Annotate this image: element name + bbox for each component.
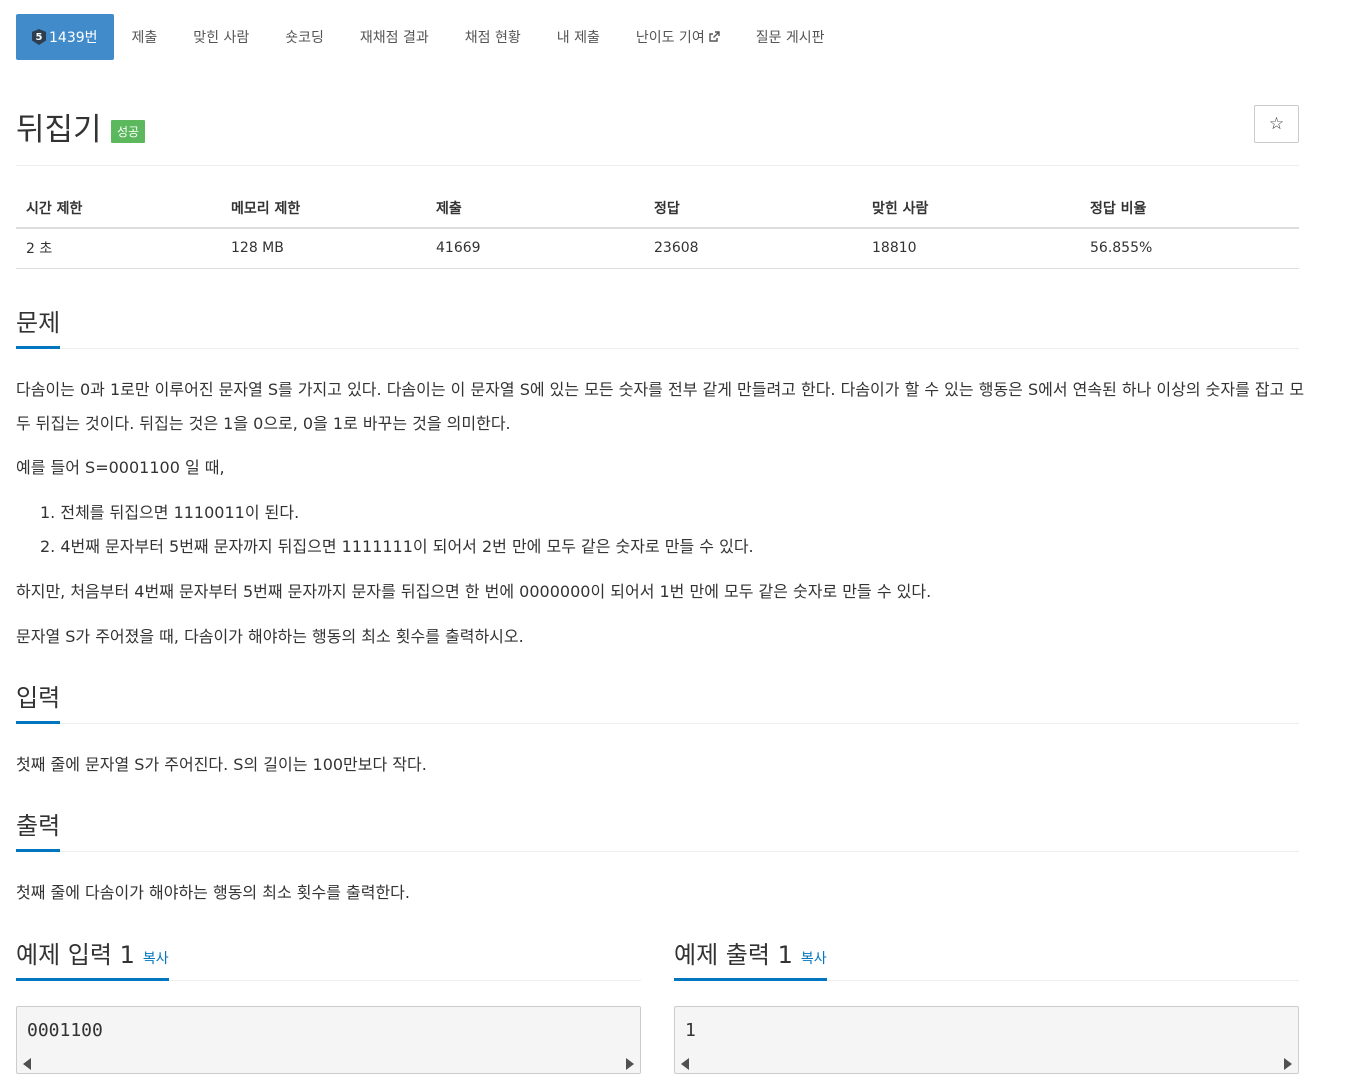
scroll-left-icon[interactable] xyxy=(23,1058,31,1070)
nav-rejudge-results[interactable]: 재채점 결과 xyxy=(342,14,447,60)
sample-input-header: 예제 입력 1 복사 xyxy=(16,935,641,981)
nav-difficulty-label: 난이도 기여 xyxy=(635,30,705,46)
scroll-right-icon[interactable] xyxy=(1284,1058,1292,1070)
problem-nav: 5 1439번 제출 맞힌 사람 숏코딩 재채점 결과 채점 현황 내 제출 난… xyxy=(16,14,843,60)
table-row: 2 초 128 MB 41669 23608 18810 56.855% xyxy=(16,228,1299,269)
sample-input-scrollbar[interactable] xyxy=(17,1055,640,1073)
problem-task: 문자열 S가 주어졌을 때, 다솜이가 해야하는 행동의 최소 횟수를 출력하시… xyxy=(16,627,524,646)
status-badge: 성공 xyxy=(111,120,146,143)
header-solved-users: 맞힌 사람 xyxy=(862,188,1080,229)
header-memory-limit: 메모리 제한 xyxy=(221,188,426,229)
nav-solved-users[interactable]: 맞힌 사람 xyxy=(175,14,267,60)
sample-output-scrollbar[interactable] xyxy=(675,1055,1298,1073)
input-heading: 입력 xyxy=(16,678,61,724)
input-section-header: 입력 xyxy=(16,678,1299,724)
sample-output-value: 1 xyxy=(685,1020,696,1041)
output-section-header: 출력 xyxy=(16,806,1299,852)
problem-section-header: 문제 xyxy=(16,303,1299,349)
page-title: 뒤집기 xyxy=(16,112,102,148)
favorite-button[interactable]: ☆ xyxy=(1254,105,1299,143)
nav-question-board[interactable]: 질문 게시판 xyxy=(738,14,843,60)
value-submissions: 41669 xyxy=(426,228,644,269)
sample-input-value: 0001100 xyxy=(27,1020,103,1041)
problem-heading: 문제 xyxy=(16,303,61,349)
problem-description: 다솜이는 0과 1로만 이루어진 문자열 S를 가지고 있다. 다솜이는 이 문… xyxy=(16,380,1305,433)
problem-info-table: 시간 제한 메모리 제한 제출 정답 맞힌 사람 정답 비율 2 초 128 M… xyxy=(16,188,1299,269)
list-item: 2. 4번째 문자부터 5번째 문자까지 뒤집으면 1111111이 되어서 2… xyxy=(40,537,754,556)
sample-output-header: 예제 출력 1 복사 xyxy=(674,935,1299,981)
value-time-limit: 2 초 xyxy=(16,228,221,269)
nav-submit[interactable]: 제출 xyxy=(114,14,176,60)
table-header-row: 시간 제한 메모리 제한 제출 정답 맞힌 사람 정답 비율 xyxy=(16,188,1299,229)
header-submissions: 제출 xyxy=(426,188,644,229)
nav-status[interactable]: 채점 현황 xyxy=(447,14,539,60)
nav-my-submissions[interactable]: 내 제출 xyxy=(539,14,618,60)
title-row: 뒤집기 성공 ☆ xyxy=(16,100,1299,166)
output-description: 첫째 줄에 다솜이가 해야하는 행동의 최소 횟수를 출력한다. xyxy=(16,883,410,902)
sample-input-heading: 예제 입력 1 복사 xyxy=(16,935,169,981)
sample-output-heading: 예제 출력 1 복사 xyxy=(674,935,827,981)
input-description: 첫째 줄에 문자열 S가 주어진다. S의 길이는 100만보다 작다. xyxy=(16,755,427,774)
header-time-limit: 시간 제한 xyxy=(16,188,221,229)
nav-difficulty-contribute[interactable]: 난이도 기여 xyxy=(618,14,738,60)
external-link-icon xyxy=(709,31,720,42)
tier-icon: 5 xyxy=(32,29,46,45)
sample-input-title: 예제 입력 1 xyxy=(16,941,135,969)
scroll-right-icon[interactable] xyxy=(626,1058,634,1070)
sample-input-box[interactable]: 0001100 xyxy=(16,1006,641,1074)
value-accept-ratio: 56.855% xyxy=(1080,228,1299,269)
output-heading: 출력 xyxy=(16,806,61,852)
list-item: 1. 전체를 뒤집으면 1110011이 된다. xyxy=(40,503,300,522)
nav-problem-tab[interactable]: 5 1439번 xyxy=(16,14,114,60)
problem-example-intro: 예를 들어 S=0001100 일 때, xyxy=(16,458,225,477)
scroll-left-icon[interactable] xyxy=(681,1058,689,1070)
value-solved-users: 18810 xyxy=(862,228,1080,269)
copy-sample-input-link[interactable]: 복사 xyxy=(143,951,169,967)
problem-steps-list: 1. 전체를 뒤집으면 1110011이 된다. 2. 4번째 문자부터 5번째… xyxy=(40,496,754,564)
value-memory-limit: 128 MB xyxy=(221,228,426,269)
header-accepted: 정답 xyxy=(644,188,862,229)
nav-short-coding[interactable]: 숏코딩 xyxy=(267,14,342,60)
star-icon: ☆ xyxy=(1268,114,1285,134)
value-accepted: 23608 xyxy=(644,228,862,269)
header-accept-ratio: 정답 비율 xyxy=(1080,188,1299,229)
problem-alternative: 하지만, 처음부터 4번째 문자부터 5번째 문자까지 문자를 뒤집으면 한 번… xyxy=(16,582,932,601)
nav-problem-label: 1439번 xyxy=(49,30,98,46)
copy-sample-output-link[interactable]: 복사 xyxy=(801,951,827,967)
sample-output-title: 예제 출력 1 xyxy=(674,941,793,969)
sample-output-box[interactable]: 1 xyxy=(674,1006,1299,1074)
